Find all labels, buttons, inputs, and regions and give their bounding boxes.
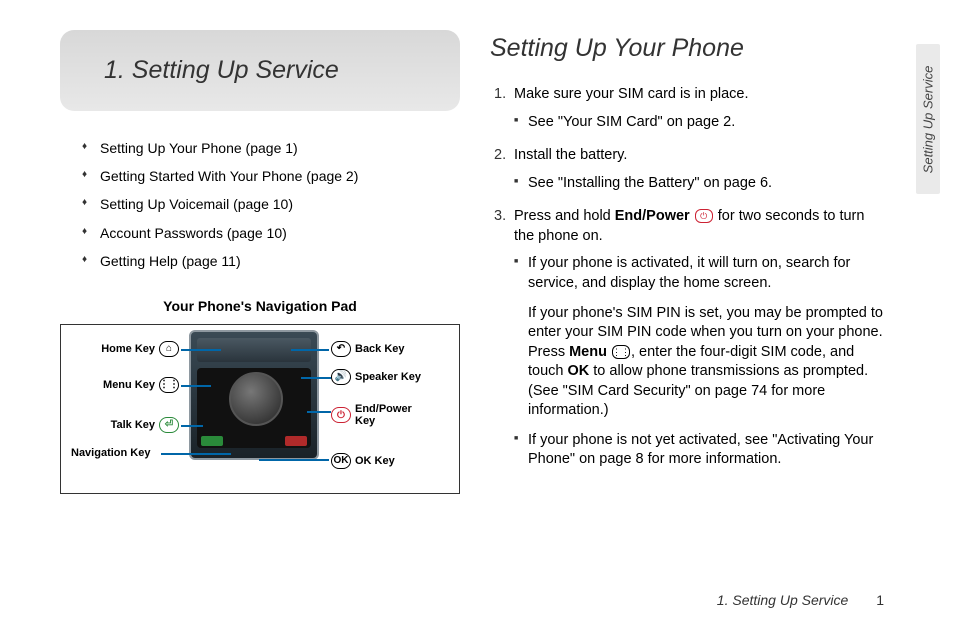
endpower-icon: ⏻	[331, 407, 351, 423]
callout-nav: Navigation Key	[71, 447, 150, 459]
toc-item: Setting Up Your Phone (page 1)	[82, 139, 460, 157]
left-column: 1. Setting Up Service Setting Up Your Ph…	[60, 30, 460, 606]
home-icon: ⌂	[159, 341, 179, 357]
side-tab: Setting Up Service	[916, 44, 940, 194]
back-icon: ↶	[331, 341, 351, 357]
leader-line	[181, 385, 211, 387]
callout-back-label: Back Key	[355, 343, 405, 355]
navpad-title: Your Phone's Navigation Pad	[60, 298, 460, 314]
callout-home-label: Home Key	[101, 343, 155, 355]
leader-line	[161, 453, 231, 455]
page: 1. Setting Up Service Setting Up Your Ph…	[0, 0, 954, 636]
step-3: Press and hold End/Power ⏻ for two secon…	[494, 207, 884, 470]
callout-speaker: 🔊 Speaker Key	[331, 369, 421, 385]
step-1-sub: See "Your SIM Card" on page 2.	[514, 113, 884, 133]
step-2-sub: See "Installing the Battery" on page 6.	[514, 174, 884, 194]
endpower-inline-icon: ⏻	[695, 209, 713, 223]
toc-list: Setting Up Your Phone (page 1) Getting S…	[60, 139, 460, 270]
callout-talk-label: Talk Key	[111, 419, 155, 431]
step-3-sub3: If your phone is not yet activated, see …	[514, 431, 884, 470]
talk-icon: ⏎	[159, 417, 179, 433]
leader-line	[301, 377, 331, 379]
menu-icon: ⋮⋮	[159, 377, 179, 393]
section-heading: 1. Setting Up Service	[60, 30, 460, 111]
leader-line	[307, 411, 331, 413]
right-title: Setting Up Your Phone	[490, 34, 884, 63]
callout-ok: OK OK Key	[331, 453, 395, 469]
toc-item: Setting Up Voicemail (page 10)	[82, 195, 460, 213]
step-3-sub1-text: If your phone is activated, it will turn…	[528, 255, 850, 291]
leader-line	[291, 349, 329, 351]
leader-line	[181, 425, 203, 427]
callout-home: Home Key ⌂	[101, 341, 179, 357]
callout-menu: Menu Key ⋮⋮	[103, 377, 179, 393]
footer: 1. Setting Up Service 1	[717, 592, 884, 608]
callout-endpower-label: End/Power Key	[355, 403, 419, 427]
toc-item: Getting Started With Your Phone (page 2)	[82, 167, 460, 185]
footer-section: 1. Setting Up Service	[717, 592, 849, 608]
leader-line	[259, 459, 329, 461]
callout-back: ↶ Back Key	[331, 341, 405, 357]
right-column: Setting Up Your Phone Make sure your SIM…	[490, 30, 914, 606]
toc-item: Account Passwords (page 10)	[82, 224, 460, 242]
callout-nav-label: Navigation Key	[71, 447, 150, 459]
menu-inline-icon: ⋮⋮	[612, 345, 630, 359]
navpad-figure: Home Key ⌂ Menu Key ⋮⋮ Talk Key ⏎ Naviga…	[60, 324, 460, 494]
step-3-bold: End/Power	[615, 208, 690, 224]
steps-list: Make sure your SIM card is in place. See…	[490, 85, 884, 470]
step-2-text: Install the battery.	[514, 147, 627, 163]
speaker-icon: 🔊	[331, 369, 351, 385]
callout-talk: Talk Key ⏎	[111, 417, 179, 433]
step-2: Install the battery. See "Installing the…	[494, 146, 884, 193]
callout-ok-label: OK Key	[355, 455, 395, 467]
step-3-sub1: If your phone is activated, it will turn…	[514, 254, 884, 421]
leader-line	[181, 349, 221, 351]
step-3-text-a: Press and hold	[514, 208, 615, 224]
callout-menu-label: Menu Key	[103, 379, 155, 391]
step-3-sub2-bold1: Menu	[569, 344, 607, 360]
side-tab-label: Setting Up Service	[921, 65, 936, 173]
ok-icon: OK	[331, 453, 351, 469]
toc-item: Getting Help (page 11)	[82, 252, 460, 270]
step-3-sub2-bold2: OK	[568, 363, 590, 379]
callout-speaker-label: Speaker Key	[355, 371, 421, 383]
step-1-text: Make sure your SIM card is in place.	[514, 86, 749, 102]
page-number: 1	[876, 592, 884, 608]
callout-endpower: ⏻ End/Power Key	[331, 403, 419, 427]
step-3-sub2: If your phone's SIM PIN is set, you may …	[528, 304, 884, 421]
step-1: Make sure your SIM card is in place. See…	[494, 85, 884, 132]
